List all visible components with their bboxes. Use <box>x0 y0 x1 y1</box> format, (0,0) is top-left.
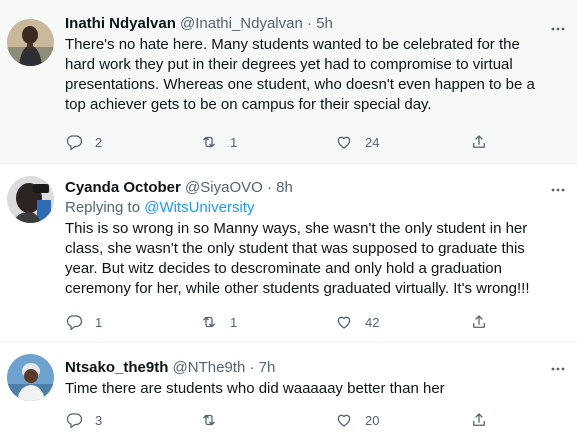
display-name[interactable]: Inathi Ndyalvan <box>65 15 176 32</box>
like-button[interactable]: 20 <box>335 410 379 430</box>
tweet[interactable]: Cyanda October @SiyaOVO · 8h Replying to… <box>0 165 577 343</box>
retweet-count: 1 <box>230 314 238 330</box>
reply-count: 1 <box>95 314 103 330</box>
user-handle[interactable]: @SiyaOVO <box>185 179 263 196</box>
tweet-actions: 3 20 <box>65 410 547 430</box>
heart-icon <box>337 136 351 149</box>
timestamp[interactable]: 8h <box>276 179 293 196</box>
like-count: 24 <box>365 134 380 150</box>
retweet-icon <box>203 136 215 148</box>
share-icon <box>473 413 485 426</box>
like-button[interactable]: 42 <box>335 312 379 332</box>
retweet-button[interactable]: 1 <box>200 312 237 332</box>
more-options-icon[interactable] <box>549 360 567 378</box>
replying-to: Replying to @WitsUniversity <box>65 198 547 218</box>
reply-button[interactable]: 1 <box>65 312 102 332</box>
avatar[interactable] <box>7 354 54 401</box>
mention-link[interactable]: @WitsUniversity <box>144 199 254 216</box>
user-handle[interactable]: @Inathi_Ndyalvan <box>180 15 303 32</box>
tweet-actions: 1 1 42 <box>65 312 547 332</box>
heart-icon <box>337 414 351 427</box>
tweet[interactable]: Inathi Ndyalvan @Inathi_Ndyalvan · 5h Th… <box>0 0 577 164</box>
more-options-icon[interactable] <box>549 20 567 38</box>
reply-icon <box>66 135 83 151</box>
retweet-icon <box>203 316 215 328</box>
tweet-text: There's no hate here. Many students want… <box>65 36 535 113</box>
share-icon <box>473 315 485 328</box>
heart-icon <box>337 316 351 329</box>
share-button[interactable] <box>470 410 488 430</box>
retweet-button[interactable] <box>200 410 230 430</box>
tweet-actions: 2 1 24 <box>65 132 547 152</box>
replying-label: Replying to <box>65 199 141 216</box>
like-button[interactable]: 24 <box>335 132 379 152</box>
tweet-text: This is so wrong in so Manny ways, she w… <box>65 220 530 297</box>
retweet-icon <box>203 414 215 426</box>
display-name[interactable]: Cyanda October <box>65 179 181 196</box>
reply-count: 3 <box>95 412 103 428</box>
user-handle[interactable]: @NThe9th <box>173 359 246 376</box>
display-name[interactable]: Ntsako_the9th <box>65 359 168 376</box>
like-count: 42 <box>365 314 380 330</box>
tweet[interactable]: Ntsako_the9th @NThe9th · 7h Time there a… <box>0 344 577 436</box>
share-button[interactable] <box>470 312 488 332</box>
separator-dot: · <box>249 359 255 376</box>
avatar[interactable] <box>7 19 54 66</box>
separator-dot: · <box>307 15 313 32</box>
retweet-button[interactable]: 1 <box>200 132 237 152</box>
like-count: 20 <box>365 412 380 428</box>
reply-button[interactable]: 2 <box>65 132 102 152</box>
reply-count: 2 <box>95 134 103 150</box>
more-options-icon[interactable] <box>549 181 567 199</box>
share-icon <box>473 135 485 148</box>
timestamp[interactable]: 5h <box>316 15 333 32</box>
separator-dot: · <box>266 179 272 196</box>
reply-button[interactable]: 3 <box>65 410 102 430</box>
retweet-count: 1 <box>230 134 238 150</box>
tweet-text: Time there are students who did waaaaay … <box>65 380 445 397</box>
reply-icon <box>66 413 83 429</box>
share-button[interactable] <box>470 132 488 152</box>
avatar[interactable] <box>7 176 54 223</box>
reply-icon <box>66 315 83 331</box>
timestamp[interactable]: 7h <box>259 359 276 376</box>
